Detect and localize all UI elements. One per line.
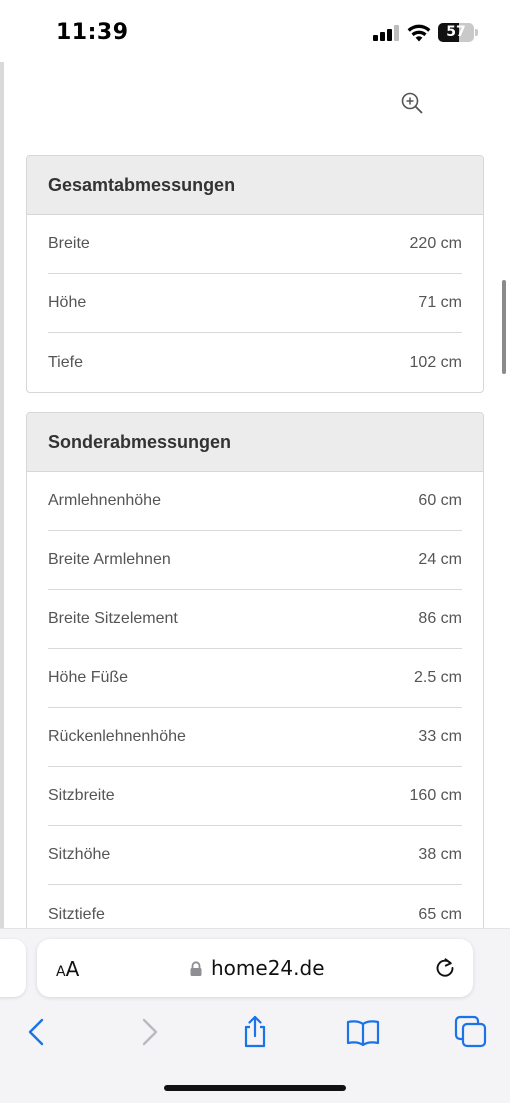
cellular-signal-icon xyxy=(373,25,399,41)
dimension-label: Tiefe xyxy=(48,353,83,371)
url-domain[interactable]: home24.de xyxy=(211,956,325,980)
dimension-label: Armlehnenhöhe xyxy=(48,492,161,509)
dimension-row: Breite Sitzelement 86 cm xyxy=(48,590,462,649)
dimension-label: Sitztiefe xyxy=(48,905,105,923)
battery-icon: 57 xyxy=(438,23,474,42)
dimension-label: Sitzhöhe xyxy=(48,846,111,863)
dimension-label: Sitzbreite xyxy=(48,787,115,804)
dimension-row: Sitzbreite 160 cm xyxy=(48,767,462,826)
chevron-left-icon[interactable] xyxy=(20,1014,56,1050)
dimension-row: Höhe Füße 2.5 cm xyxy=(48,649,462,708)
special-dimensions-title: Sonderabmessungen xyxy=(27,413,483,472)
dimension-value: 38 cm xyxy=(418,846,462,863)
dimension-row: Armlehnenhöhe 60 cm xyxy=(48,472,462,531)
address-bar[interactable]: AA home24.de xyxy=(37,939,473,997)
book-icon[interactable] xyxy=(345,1014,381,1050)
page-edge xyxy=(0,62,4,928)
wifi-icon xyxy=(407,24,431,42)
dimension-label: Breite Armlehnen xyxy=(48,551,171,568)
dimension-value: 220 cm xyxy=(409,235,462,252)
dimension-label: Rückenlehnenhöhe xyxy=(48,728,186,745)
dimension-value: 33 cm xyxy=(418,728,462,745)
dimension-row: Tiefe 102 cm xyxy=(48,333,462,392)
dimension-label: Höhe Füße xyxy=(48,669,129,686)
dimension-row: Rückenlehnenhöhe 33 cm xyxy=(48,708,462,767)
battery-level: 57 xyxy=(446,24,466,40)
dimension-label: Breite xyxy=(48,235,90,252)
overall-dimensions-card: Gesamtabmessungen Breite 220 cm Höhe 71 … xyxy=(26,155,484,393)
status-bar: 11:39 57 xyxy=(0,0,510,62)
reload-icon[interactable] xyxy=(433,955,457,979)
dimension-row: Breite Armlehnen 24 cm xyxy=(48,531,462,590)
special-dimensions-card: Sonderabmessungen Armlehnenhöhe 60 cm Br… xyxy=(26,412,484,928)
dimension-value: 71 cm xyxy=(418,294,462,311)
dimension-value: 65 cm xyxy=(418,905,462,923)
dimension-label: Höhe xyxy=(48,294,87,311)
dimension-row: Sitzhöhe 38 cm xyxy=(48,826,462,885)
zoom-in-icon[interactable] xyxy=(399,90,425,116)
dimension-row: Breite 220 cm xyxy=(48,215,462,274)
previous-tab-preview[interactable] xyxy=(0,939,26,997)
web-content: Gesamtabmessungen Breite 220 cm Höhe 71 … xyxy=(0,62,510,928)
dimension-value: 60 cm xyxy=(418,492,462,509)
dimension-value: 86 cm xyxy=(418,610,462,627)
battery-tip xyxy=(475,29,478,36)
tabs-icon[interactable] xyxy=(453,1014,489,1050)
home-indicator[interactable] xyxy=(164,1085,346,1091)
page-scrollbar[interactable] xyxy=(502,280,506,374)
dimension-row: Höhe 71 cm xyxy=(48,274,462,333)
dimension-row: Sitztiefe 65 cm xyxy=(48,885,462,928)
status-time: 11:39 xyxy=(56,20,129,45)
browser-bottom-bar: AA home24.de xyxy=(0,928,510,1103)
dimension-value: 24 cm xyxy=(418,551,462,568)
dimension-label: Breite Sitzelement xyxy=(48,610,178,627)
dimension-value: 2.5 cm xyxy=(413,669,462,686)
chevron-right-icon[interactable] xyxy=(130,1014,166,1050)
share-icon[interactable] xyxy=(237,1014,273,1050)
dimension-value: 102 cm xyxy=(409,353,462,371)
dimension-value: 160 cm xyxy=(409,787,462,804)
text-size-button[interactable]: AA xyxy=(56,957,79,981)
lock-icon xyxy=(190,961,202,976)
overall-dimensions-title: Gesamtabmessungen xyxy=(27,156,483,215)
